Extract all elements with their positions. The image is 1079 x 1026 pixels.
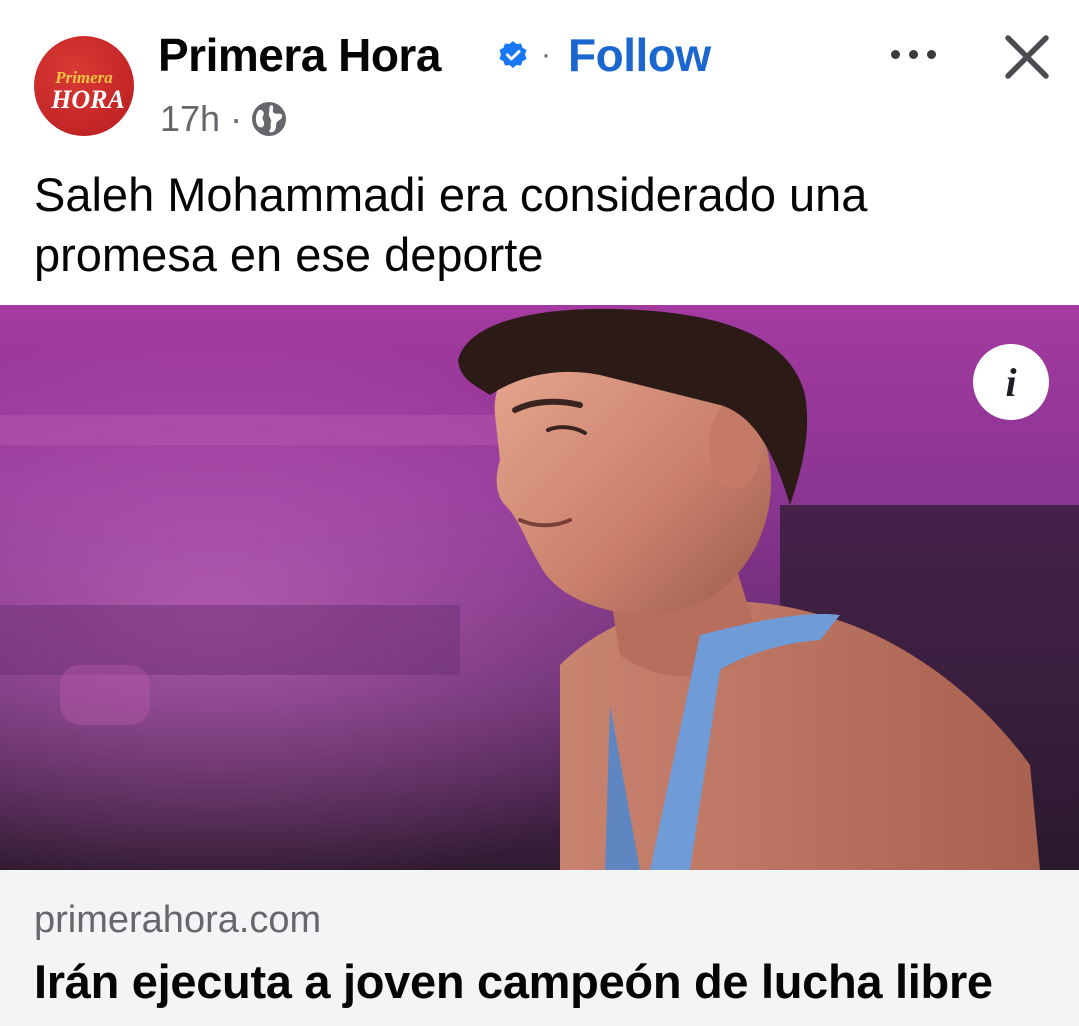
more-dot: [926, 49, 936, 59]
post-timestamp[interactable]: 17h: [160, 98, 220, 140]
avatar-logo-bottom: HORA: [51, 85, 125, 114]
meta-separator: ·: [230, 98, 243, 139]
facebook-post: Primera HORA Primera Hora · Follow 17h ·: [0, 0, 1079, 1026]
verified-badge-icon: [499, 41, 527, 68]
ad-info-button[interactable]: i: [973, 344, 1049, 420]
link-preview[interactable]: primerahora.com Irán ejecuta a joven cam…: [0, 870, 1079, 1026]
post-header: Primera HORA Primera Hora · Follow 17h ·: [0, 0, 1079, 160]
link-domain: primerahora.com: [34, 899, 322, 941]
page-name-link[interactable]: Primera Hora: [158, 28, 441, 82]
more-options-icon[interactable]: [880, 36, 946, 72]
name-separator: ·: [541, 38, 551, 71]
post-meta: 17h ·: [160, 95, 288, 143]
athlete-photo-illustration: [0, 305, 1079, 870]
more-dot: [908, 49, 918, 59]
globe-icon: [252, 102, 287, 136]
page-avatar[interactable]: Primera HORA: [34, 36, 134, 136]
follow-button[interactable]: Follow: [568, 28, 711, 82]
close-icon[interactable]: [998, 28, 1056, 86]
link-title[interactable]: Irán ejecuta a joven campeón de lucha li…: [34, 954, 993, 1010]
post-photo[interactable]: [0, 305, 1079, 870]
more-dot: [890, 49, 900, 59]
post-caption: Saleh Mohammadi era considerado una prom…: [34, 168, 868, 281]
